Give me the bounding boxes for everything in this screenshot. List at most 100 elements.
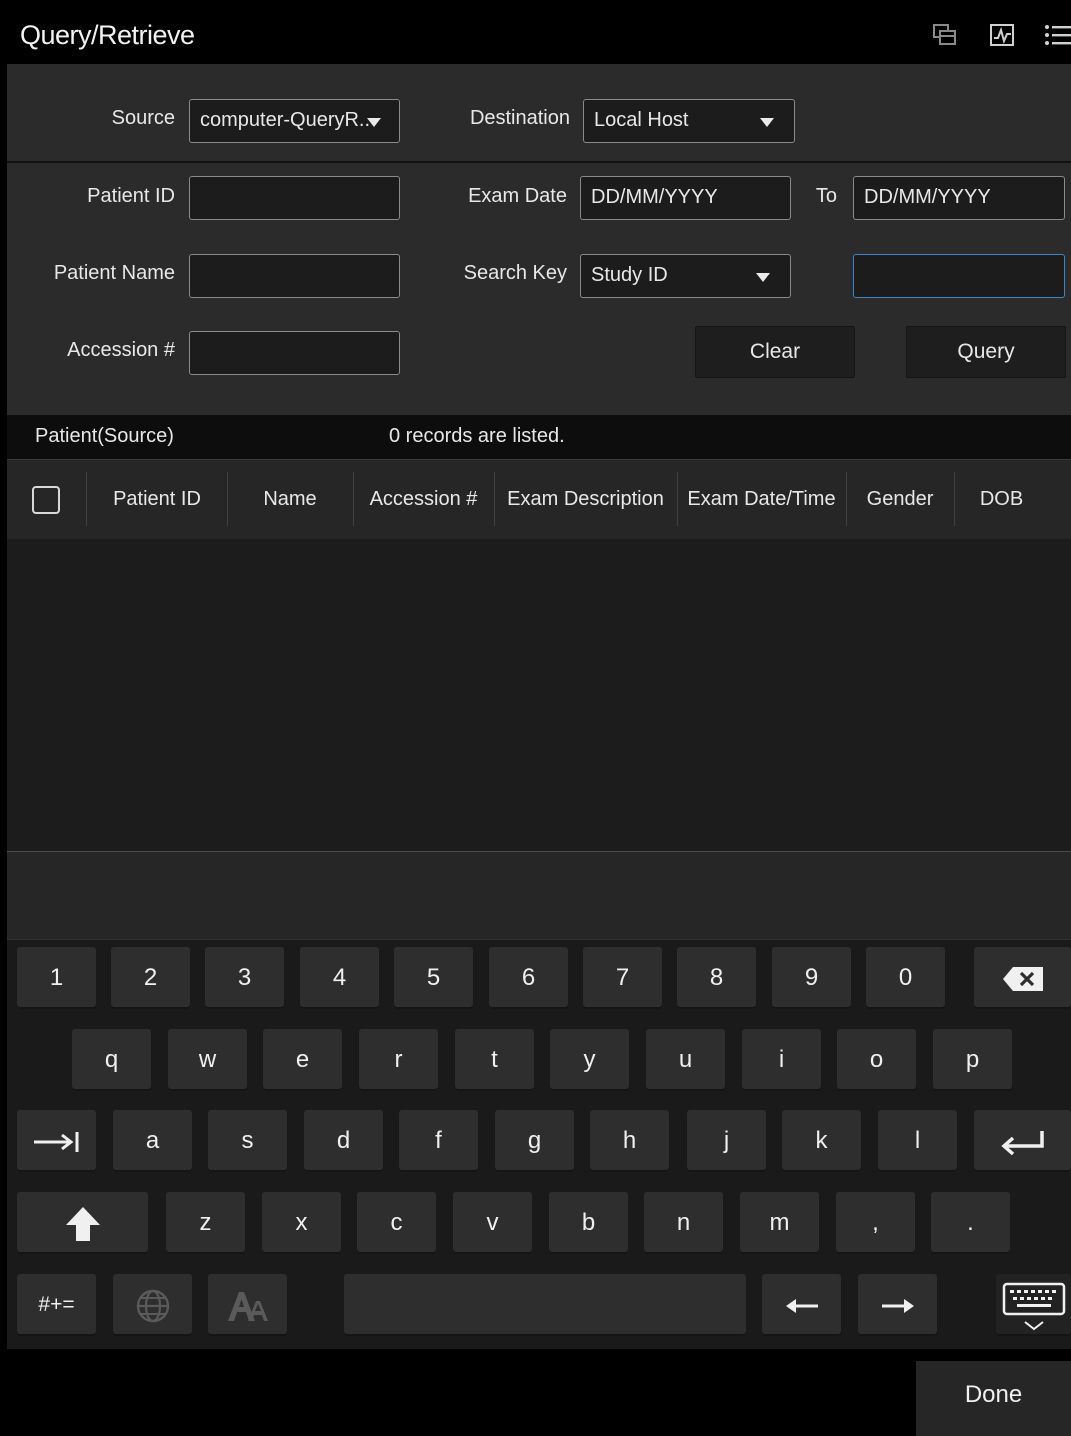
exam-date-to-input[interactable]: DD/MM/YYYY	[853, 176, 1065, 220]
exam-date-label: Exam Date	[468, 185, 567, 207]
key-m[interactable]: m	[740, 1192, 819, 1254]
to-label: To	[815, 185, 837, 207]
select-all-checkbox[interactable]	[32, 486, 60, 514]
key-6[interactable]: 6	[489, 947, 568, 1009]
hide-keyboard-key[interactable]	[996, 1274, 1071, 1336]
key-l[interactable]: l	[878, 1110, 957, 1172]
destination-dropdown[interactable]: Local Host	[583, 99, 795, 143]
column-accession[interactable]: Accession #	[353, 460, 494, 540]
table-body	[7, 539, 1071, 851]
status-bar: Patient(Source) 0 records are listed.	[7, 415, 1071, 459]
tab-key[interactable]	[17, 1110, 96, 1172]
key-q[interactable]: q	[72, 1029, 151, 1091]
key-o[interactable]: o	[837, 1029, 916, 1091]
key-i[interactable]: i	[742, 1029, 821, 1091]
key-p[interactable]: p	[933, 1029, 1012, 1091]
tab-arrow-icon	[32, 1127, 82, 1154]
globe-icon	[135, 1289, 171, 1322]
column-name[interactable]: Name	[227, 460, 353, 540]
accession-input[interactable]	[189, 331, 400, 375]
waveform-icon[interactable]	[988, 22, 1016, 48]
language-key[interactable]	[113, 1274, 192, 1336]
source-value: computer-QueryR..	[200, 109, 371, 131]
source-label: Source	[111, 107, 175, 129]
form-divider	[7, 161, 1071, 163]
search-key-dropdown[interactable]: Study ID	[580, 254, 791, 298]
key-x[interactable]: x	[262, 1192, 341, 1254]
destination-value: Local Host	[594, 109, 689, 131]
left-arrow-key[interactable]	[762, 1274, 841, 1336]
accession-label: Accession #	[67, 339, 175, 361]
shift-arrow-icon	[64, 1206, 102, 1241]
key-n[interactable]: n	[644, 1192, 723, 1254]
keyboard-hide-icon	[1001, 1282, 1067, 1330]
patient-id-input[interactable]	[189, 176, 400, 220]
done-button[interactable]: Done	[916, 1361, 1071, 1436]
key-u[interactable]: u	[646, 1029, 725, 1091]
key-r[interactable]: r	[359, 1029, 438, 1091]
clear-button[interactable]: Clear	[695, 326, 855, 378]
patient-name-input[interactable]	[189, 254, 400, 298]
chevron-down-icon	[756, 273, 770, 282]
key-7[interactable]: 7	[583, 947, 662, 1009]
key-v[interactable]: v	[453, 1192, 532, 1254]
keyboard-input-strip	[7, 851, 1071, 939]
key-c[interactable]: c	[357, 1192, 436, 1254]
query-button[interactable]: Query	[906, 326, 1066, 378]
column-exam-datetime[interactable]: Exam Date/Time	[677, 460, 846, 540]
key-period[interactable]: .	[931, 1192, 1010, 1254]
column-dob[interactable]: DOB	[954, 460, 1049, 540]
key-comma[interactable]: ,	[836, 1192, 915, 1254]
backspace-icon	[1001, 964, 1045, 991]
window-title: Query/Retrieve	[20, 20, 195, 50]
key-3[interactable]: 3	[205, 947, 284, 1009]
key-5[interactable]: 5	[394, 947, 473, 1009]
menu-list-icon[interactable]	[1043, 22, 1071, 48]
font-size-icon	[226, 1291, 270, 1321]
search-key-value: Study ID	[591, 264, 668, 286]
key-s[interactable]: s	[208, 1110, 287, 1172]
key-f[interactable]: f	[399, 1110, 478, 1172]
arrow-right-icon	[880, 1291, 916, 1318]
column-exam-description[interactable]: Exam Description	[494, 460, 677, 540]
key-j[interactable]: j	[687, 1110, 766, 1172]
key-4[interactable]: 4	[300, 947, 379, 1009]
shift-key[interactable]	[17, 1192, 148, 1254]
destination-label: Destination	[469, 107, 570, 129]
right-arrow-key[interactable]	[858, 1274, 937, 1336]
key-h[interactable]: h	[590, 1110, 669, 1172]
key-1[interactable]: 1	[17, 947, 96, 1009]
key-b[interactable]: b	[549, 1192, 628, 1254]
key-y[interactable]: y	[550, 1029, 629, 1091]
key-9[interactable]: 9	[772, 947, 851, 1009]
title-bar: Query/Retrieve	[7, 8, 1071, 64]
records-count: 0 records are listed.	[389, 425, 565, 447]
key-k[interactable]: k	[782, 1110, 861, 1172]
key-a[interactable]: a	[113, 1110, 192, 1172]
enter-key[interactable]	[974, 1110, 1071, 1172]
key-2[interactable]: 2	[111, 947, 190, 1009]
backspace-key[interactable]	[974, 947, 1071, 1009]
chevron-down-icon	[367, 118, 381, 127]
column-gender[interactable]: Gender	[846, 460, 954, 540]
window-copy-icon[interactable]	[931, 22, 959, 48]
key-0[interactable]: 0	[866, 947, 945, 1009]
key-e[interactable]: e	[263, 1029, 342, 1091]
patient-name-label: Patient Name	[53, 262, 175, 284]
source-dropdown[interactable]: computer-QueryR..	[189, 99, 400, 143]
key-g[interactable]: g	[495, 1110, 574, 1172]
key-t[interactable]: t	[455, 1029, 534, 1091]
key-8[interactable]: 8	[677, 947, 756, 1009]
exam-date-from-input[interactable]: DD/MM/YYYY	[580, 176, 791, 220]
column-patient-id[interactable]: Patient ID	[87, 460, 227, 540]
key-w[interactable]: w	[168, 1029, 247, 1091]
key-d[interactable]: d	[304, 1110, 383, 1172]
arrow-left-icon	[784, 1291, 820, 1318]
font-size-key[interactable]	[208, 1274, 287, 1336]
space-key[interactable]	[344, 1274, 746, 1336]
table-header: Patient ID Name Accession # Exam Descrip…	[7, 459, 1071, 539]
patient-id-label: Patient ID	[87, 185, 175, 207]
search-key-input[interactable]	[853, 254, 1065, 298]
symbols-key[interactable]: #+=	[17, 1274, 96, 1336]
key-z[interactable]: z	[166, 1192, 245, 1254]
